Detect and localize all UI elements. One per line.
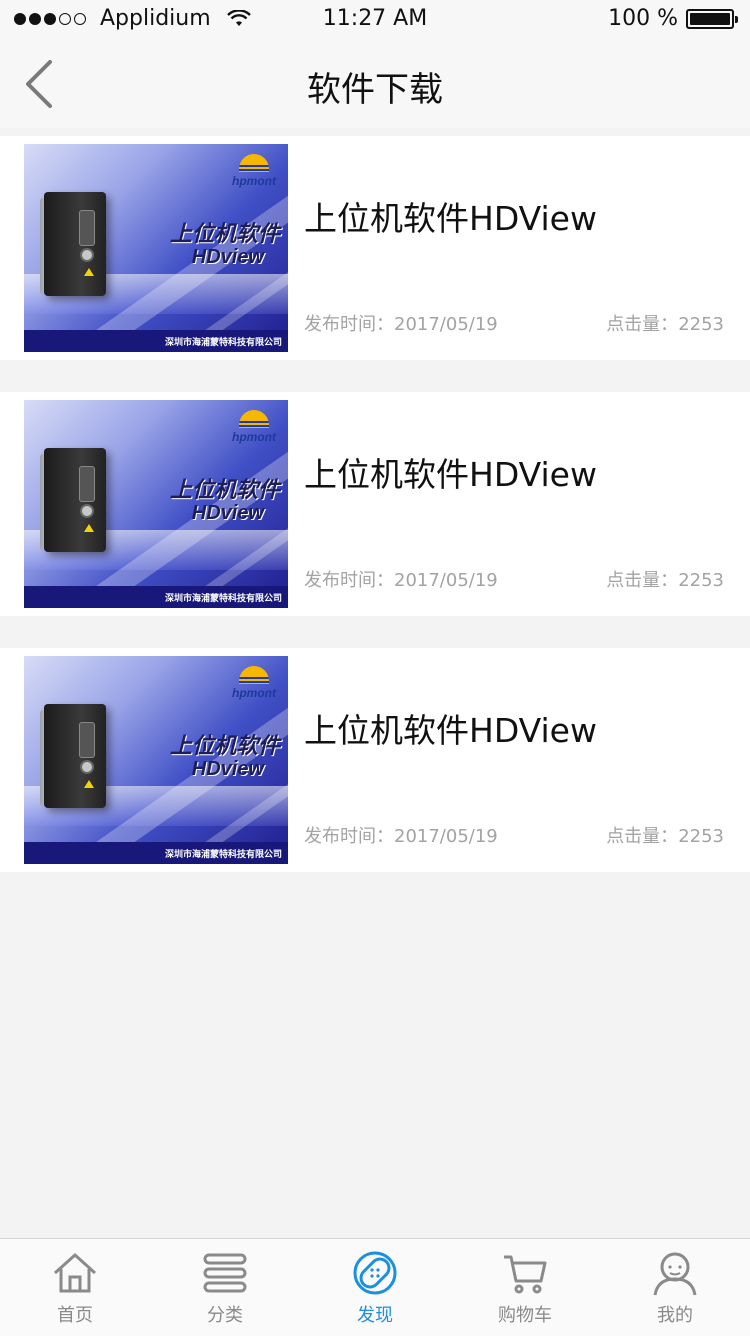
brand-logo: hpmont <box>228 666 280 700</box>
page-title: 软件下载 <box>307 70 443 110</box>
thumbnail-subtitle: HDview <box>191 502 264 524</box>
list-item[interactable]: hpmont 上位机软件 HDview 深圳市海浦蒙特科技有限公司 上位机软件H… <box>0 136 750 360</box>
thumbnail-subtitle: HDview <box>191 758 264 780</box>
tab-label: 购物车 <box>498 1305 552 1326</box>
tab-label: 首页 <box>57 1305 93 1326</box>
software-thumbnail: hpmont 上位机软件 HDview 深圳市海浦蒙特科技有限公司 <box>24 656 288 864</box>
publish-date: 发布时间：2017/05/19 <box>304 570 498 591</box>
status-bar: Applidium 11:27 AM 100 % <box>0 0 750 40</box>
category-icon <box>203 1253 247 1293</box>
status-right: 100 % <box>608 6 738 31</box>
item-title: 上位机软件HDView <box>304 711 597 750</box>
publish-date: 发布时间：2017/05/19 <box>304 826 498 847</box>
tab-discover[interactable]: 发现 <box>300 1239 450 1336</box>
profile-icon <box>653 1252 697 1296</box>
click-count: 点击量：2253 <box>606 570 724 591</box>
list-item[interactable]: hpmont 上位机软件 HDview 深圳市海浦蒙特科技有限公司 上位机软件H… <box>0 648 750 872</box>
brand-logo: hpmont <box>228 410 280 444</box>
tab-category[interactable]: 分类 <box>150 1239 300 1336</box>
tab-label: 我的 <box>657 1305 693 1326</box>
discover-icon <box>353 1251 397 1295</box>
home-icon <box>53 1253 97 1293</box>
item-title: 上位机软件HDView <box>304 455 597 494</box>
item-title: 上位机软件HDView <box>304 199 597 238</box>
battery-icon <box>686 8 738 29</box>
tab-cart[interactable]: 购物车 <box>450 1239 600 1336</box>
tab-label: 分类 <box>207 1305 243 1326</box>
thumbnail-subtitle: HDview <box>191 246 264 268</box>
thumbnail-footer: 深圳市海浦蒙特科技有限公司 <box>24 330 288 352</box>
tab-home[interactable]: 首页 <box>0 1239 150 1336</box>
click-count: 点击量：2253 <box>606 314 724 335</box>
thumbnail-footer: 深圳市海浦蒙特科技有限公司 <box>24 586 288 608</box>
tab-label: 发现 <box>357 1305 393 1326</box>
brand-logo: hpmont <box>228 154 280 188</box>
thumbnail-title: 上位机软件 <box>169 734 280 759</box>
list-item[interactable]: hpmont 上位机软件 HDview 深圳市海浦蒙特科技有限公司 上位机软件H… <box>0 392 750 616</box>
software-thumbnail: hpmont 上位机软件 HDview 深圳市海浦蒙特科技有限公司 <box>24 144 288 352</box>
click-count: 点击量：2253 <box>606 826 724 847</box>
thumbnail-footer: 深圳市海浦蒙特科技有限公司 <box>24 842 288 864</box>
battery-percent: 100 % <box>608 6 678 31</box>
thumbnail-title: 上位机软件 <box>169 222 280 247</box>
cart-icon <box>504 1255 547 1294</box>
tab-profile[interactable]: 我的 <box>600 1239 750 1336</box>
thumbnail-title: 上位机软件 <box>169 478 280 503</box>
navigation-bar: 软件下载 <box>0 40 750 128</box>
tab-bar: 首页 分类 发现 购物车 我的 <box>0 1238 750 1336</box>
publish-date: 发布时间：2017/05/19 <box>304 314 498 335</box>
software-thumbnail: hpmont 上位机软件 HDview 深圳市海浦蒙特科技有限公司 <box>24 400 288 608</box>
